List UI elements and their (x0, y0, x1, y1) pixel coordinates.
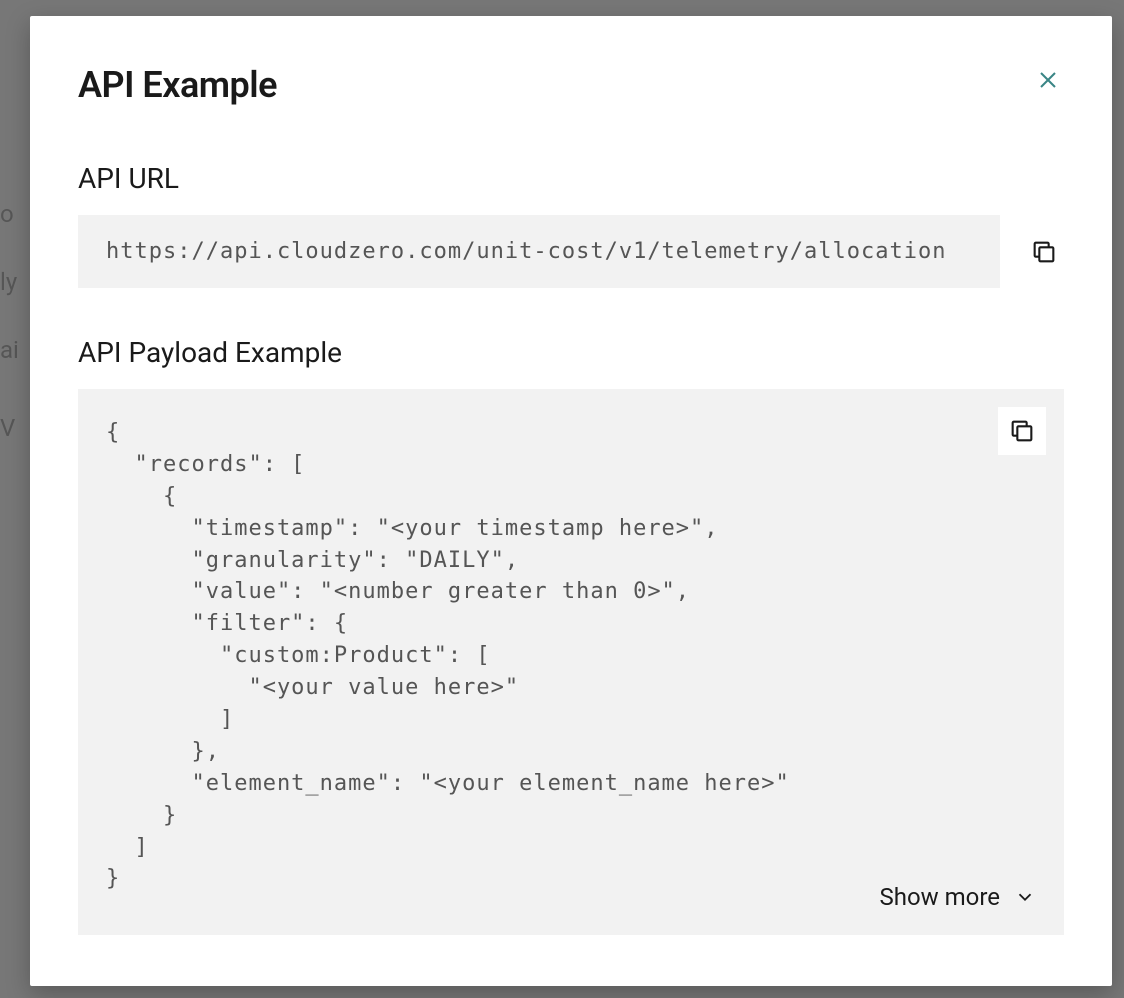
copy-payload-button[interactable] (998, 407, 1046, 455)
modal-title: API Example (78, 64, 277, 106)
close-button[interactable] (1032, 64, 1064, 96)
api-url-label: API URL (78, 162, 1064, 195)
api-url-section: API URL https://api.cloudzero.com/unit-c… (78, 162, 1064, 336)
api-payload-code: { "records": [ { "timestamp": "<your tim… (106, 417, 1036, 895)
api-url-value: https://api.cloudzero.com/unit-cost/v1/t… (78, 215, 1000, 288)
api-payload-box: { "records": [ { "timestamp": "<your tim… (78, 389, 1064, 935)
api-payload-section: API Payload Example { "records": [ { "ti… (78, 336, 1064, 935)
api-url-row: https://api.cloudzero.com/unit-cost/v1/t… (78, 215, 1064, 288)
api-example-modal: API Example API URL https://api.cloudzer… (30, 16, 1112, 986)
show-more-button[interactable]: Show more (879, 883, 1036, 911)
background-fragment: o (0, 200, 14, 228)
show-more-label: Show more (879, 883, 1000, 911)
background-fragment: V (0, 414, 15, 442)
close-icon (1036, 68, 1060, 92)
copy-icon (1008, 417, 1036, 445)
modal-header: API Example (78, 64, 1064, 106)
chevron-down-icon (1014, 886, 1036, 908)
background-fragment: ai (0, 336, 19, 364)
copy-icon (1030, 238, 1058, 266)
copy-url-button[interactable] (1024, 232, 1064, 272)
background-fragment: ly (0, 268, 17, 296)
api-payload-label: API Payload Example (78, 336, 1064, 369)
